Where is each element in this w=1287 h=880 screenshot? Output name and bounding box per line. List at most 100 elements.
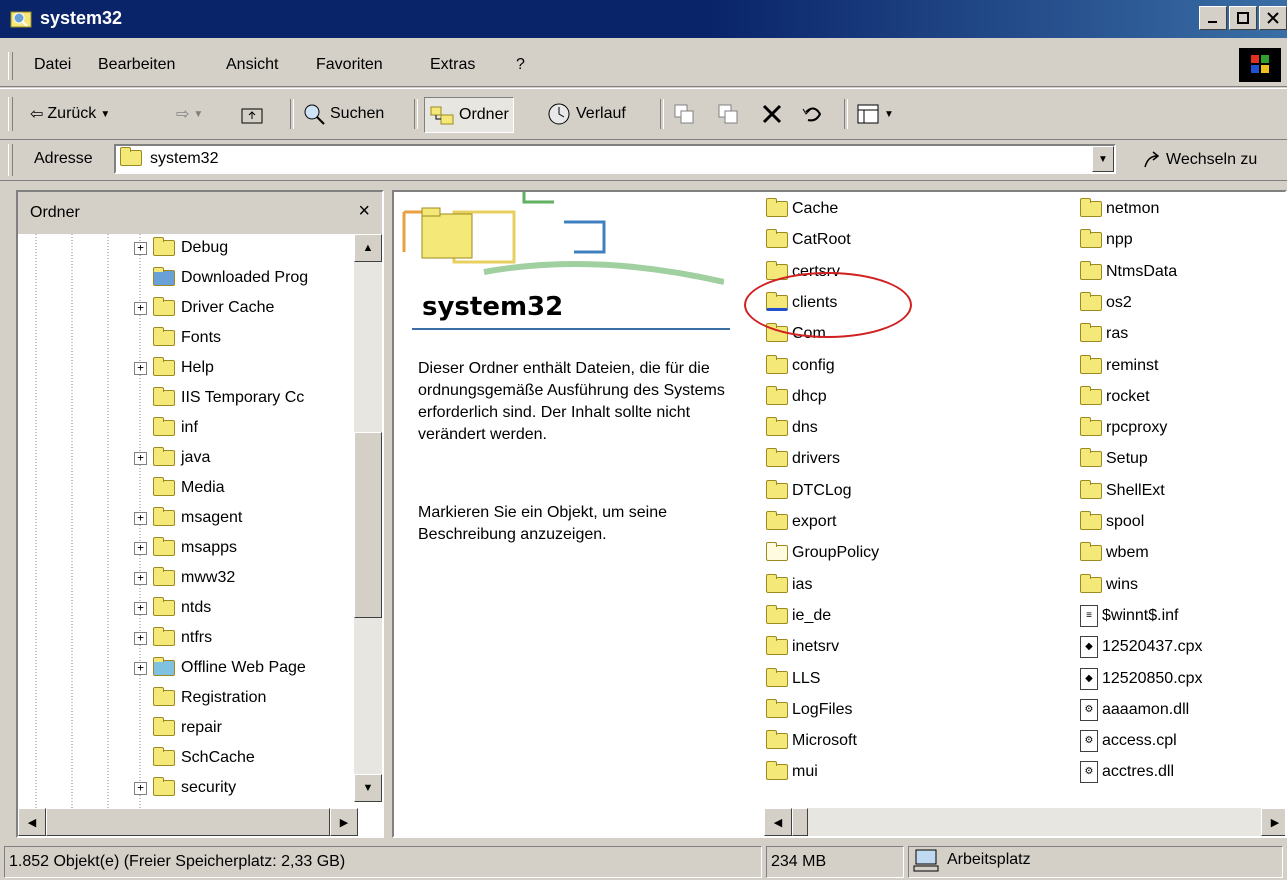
menu-datei[interactable]: Datei — [34, 56, 71, 74]
tree-item[interactable]: + Driver Cache — [134, 294, 274, 322]
expand-icon[interactable]: + — [134, 601, 147, 615]
history-button[interactable]: Verlauf — [546, 97, 626, 131]
file-list-item[interactable]: dns — [766, 415, 818, 441]
file-list-item[interactable]: rocket — [1080, 384, 1150, 410]
file-list-item[interactable]: reminst — [1080, 353, 1158, 379]
expand-icon[interactable]: + — [134, 541, 147, 555]
expand-icon[interactable]: + — [134, 451, 147, 465]
file-list-item[interactable]: Microsoft — [766, 728, 857, 754]
expand-icon[interactable]: + — [134, 361, 147, 375]
scroll-right-button[interactable]: ▶ — [330, 808, 358, 836]
file-list-item[interactable]: drivers — [766, 446, 840, 472]
expand-icon[interactable]: + — [134, 571, 147, 585]
address-dropdown-button[interactable]: ▼ — [1092, 146, 1114, 172]
file-list-item[interactable]: ≡ $winnt$.inf — [1080, 603, 1179, 629]
delete-button[interactable] — [760, 97, 784, 131]
file-list-item[interactable]: config — [766, 353, 835, 379]
tree-item[interactable]: Downloaded Prog — [134, 264, 308, 292]
views-button[interactable]: ▼ — [856, 97, 894, 131]
menu-grip[interactable] — [8, 52, 13, 80]
tree-item[interactable]: Media — [134, 474, 225, 502]
tree-item[interactable]: inf — [134, 414, 198, 442]
file-list-item[interactable]: ⚙ access.cpl — [1080, 728, 1177, 754]
file-list-item[interactable]: wbem — [1080, 540, 1149, 566]
back-button[interactable]: ⇦ Zurück ▼ — [30, 97, 110, 131]
tree-item[interactable]: + msagent — [134, 504, 242, 532]
address-input[interactable]: system32 ▼ — [114, 144, 1116, 174]
expand-icon[interactable]: + — [134, 661, 147, 675]
tree-item[interactable]: repair — [134, 714, 222, 742]
tree-vertical-scrollbar[interactable]: ▲ ▼ — [354, 234, 382, 802]
file-list-item[interactable]: ias — [766, 572, 812, 598]
views-dropdown-icon[interactable]: ▼ — [884, 109, 894, 120]
file-list-item[interactable]: wins — [1080, 572, 1138, 598]
tree-item[interactable]: IIS Temporary Cc — [134, 384, 304, 412]
tree-horizontal-scrollbar[interactable]: ◀ ▶ — [18, 808, 358, 836]
expand-icon[interactable]: + — [134, 631, 147, 645]
tree-item[interactable]: + mww32 — [134, 564, 235, 592]
h-scroll-thumb[interactable] — [46, 808, 330, 836]
file-list-item[interactable]: ras — [1080, 321, 1128, 347]
tree-item[interactable]: + security — [134, 774, 236, 802]
file-list-item[interactable]: Cache — [766, 196, 838, 222]
expand-icon[interactable]: + — [134, 511, 147, 525]
toolbar-grip[interactable] — [8, 97, 13, 131]
address-grip[interactable] — [8, 144, 13, 176]
tree-item[interactable]: Fonts — [134, 324, 221, 352]
title-bar[interactable]: system32 — [0, 0, 1287, 38]
minimize-button[interactable] — [1199, 6, 1227, 30]
forward-button[interactable]: ⇨ ▼ — [176, 97, 203, 131]
move-to-button[interactable] — [672, 97, 696, 131]
folders-button[interactable]: Ordner — [424, 97, 514, 133]
tree-item[interactable]: + java — [134, 444, 210, 472]
menu-ansicht[interactable]: Ansicht — [226, 56, 278, 74]
file-list-item[interactable]: spool — [1080, 509, 1144, 535]
file-list-item[interactable]: ShellExt — [1080, 478, 1165, 504]
file-list-item[interactable]: netmon — [1080, 196, 1159, 222]
tree-item[interactable]: Registration — [134, 684, 266, 712]
menu-favoriten[interactable]: Favoriten — [316, 56, 383, 74]
scroll-down-button[interactable]: ▼ — [354, 774, 382, 802]
file-list-item[interactable]: ⚙ aaaamon.dll — [1080, 697, 1189, 723]
file-list-item[interactable]: LLS — [766, 666, 820, 692]
file-list-item[interactable]: NtmsData — [1080, 259, 1177, 285]
tree-item[interactable]: + Offline Web Page — [134, 654, 306, 682]
tree-item[interactable]: SchCache — [134, 744, 255, 772]
close-button[interactable] — [1259, 6, 1287, 30]
file-list-item[interactable]: ie_de — [766, 603, 831, 629]
content-scroll-right-button[interactable]: ▶ — [1261, 808, 1285, 836]
up-folder-button[interactable] — [240, 97, 264, 131]
search-button[interactable]: Suchen — [302, 97, 384, 131]
file-list-item[interactable]: mui — [766, 759, 818, 785]
undo-button[interactable] — [800, 97, 824, 131]
file-list-item[interactable]: GroupPolicy — [766, 540, 879, 566]
file-list-item[interactable]: dhcp — [766, 384, 827, 410]
content-horizontal-scrollbar[interactable]: ◀ ▶ — [764, 808, 1285, 836]
expand-icon[interactable]: + — [134, 241, 147, 255]
file-list-item[interactable]: LogFiles — [766, 697, 852, 723]
tree-item[interactable]: + Debug — [134, 234, 228, 262]
file-list-item[interactable]: CatRoot — [766, 227, 851, 253]
back-dropdown-icon[interactable]: ▼ — [100, 109, 110, 120]
scroll-up-button[interactable]: ▲ — [354, 234, 382, 262]
content-h-scroll-thumb[interactable] — [792, 808, 808, 836]
tree-item[interactable]: + ntfrs — [134, 624, 212, 652]
file-list-item[interactable]: export — [766, 509, 836, 535]
tree-item[interactable]: + ntds — [134, 594, 211, 622]
file-list-item[interactable]: ⚙ acctres.dll — [1080, 759, 1174, 785]
file-list-item[interactable]: inetsrv — [766, 634, 839, 660]
copy-to-button[interactable] — [716, 97, 740, 131]
forward-dropdown-icon[interactable]: ▼ — [193, 109, 203, 120]
file-list-item[interactable]: rpcproxy — [1080, 415, 1167, 441]
go-button[interactable]: Wechseln zu — [1142, 150, 1257, 170]
menu-bearbeiten[interactable]: Bearbeiten — [98, 56, 175, 74]
tree-item[interactable]: + msapps — [134, 534, 237, 562]
close-pane-icon[interactable]: × — [358, 200, 370, 223]
file-list-item[interactable]: npp — [1080, 227, 1133, 253]
menu-help[interactable]: ? — [516, 56, 525, 74]
content-scroll-left-button[interactable]: ◀ — [764, 808, 792, 836]
expand-icon[interactable]: + — [134, 301, 147, 315]
menu-extras[interactable]: Extras — [430, 56, 475, 74]
maximize-button[interactable] — [1229, 6, 1257, 30]
file-list-item[interactable]: ◆ 12520850.cpx — [1080, 666, 1203, 692]
